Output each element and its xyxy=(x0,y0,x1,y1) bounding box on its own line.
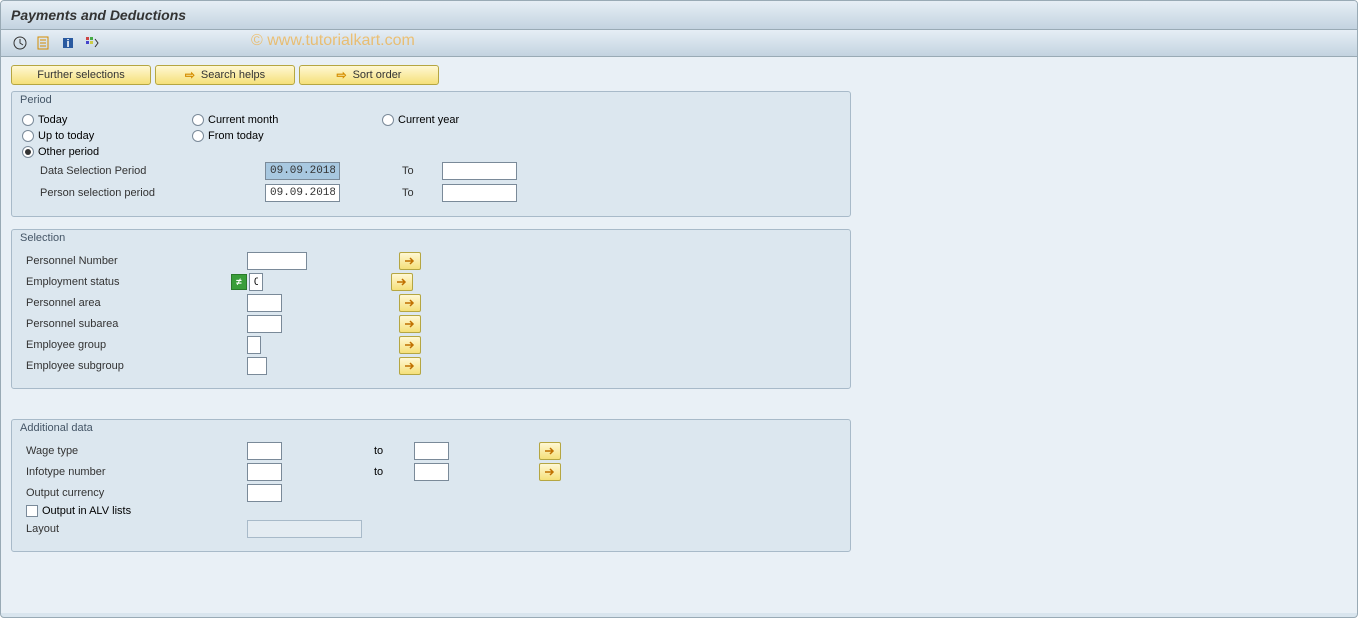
wage-type-multi[interactable] xyxy=(539,442,561,460)
employment-status-input[interactable] xyxy=(249,273,263,291)
radio-other-period[interactable] xyxy=(22,146,34,158)
personnel-area-label: Personnel area xyxy=(22,297,247,309)
radio-today[interactable] xyxy=(22,114,34,126)
structure-icon[interactable] xyxy=(83,34,101,52)
data-to-label: To xyxy=(402,165,442,177)
selection-group: Selection Personnel Number Employment st… xyxy=(11,229,851,389)
personnel-subarea-label: Personnel subarea xyxy=(22,318,247,330)
label-other-period: Other period xyxy=(38,146,99,158)
label-current-month: Current month xyxy=(208,114,278,126)
wage-type-input[interactable] xyxy=(247,442,282,460)
watermark: © www.tutorialkart.com xyxy=(251,32,415,50)
infotype-input[interactable] xyxy=(247,463,282,481)
infotype-to-label: to xyxy=(374,466,414,478)
radio-current-month[interactable] xyxy=(192,114,204,126)
variant-icon[interactable] xyxy=(35,34,53,52)
employee-subgroup-multi[interactable] xyxy=(399,357,421,375)
not-equal-badge[interactable]: ≠ xyxy=(231,274,247,290)
layout-input xyxy=(247,520,362,538)
info-icon[interactable]: i xyxy=(59,34,77,52)
employment-status-label: Employment status xyxy=(22,276,231,288)
data-selection-from[interactable] xyxy=(265,162,340,180)
label-current-year: Current year xyxy=(398,114,459,126)
output-currency-input[interactable] xyxy=(247,484,282,502)
output-alv-checkbox[interactable] xyxy=(26,505,38,517)
personnel-area-input[interactable] xyxy=(247,294,282,312)
radio-current-year[interactable] xyxy=(382,114,394,126)
data-selection-to[interactable] xyxy=(442,162,517,180)
data-selection-label: Data Selection Period xyxy=(40,165,265,177)
employee-subgroup-label: Employee subgroup xyxy=(22,360,247,372)
infotype-to-input[interactable] xyxy=(414,463,449,481)
label-from-today: From today xyxy=(208,130,264,142)
personnel-subarea-multi[interactable] xyxy=(399,315,421,333)
selection-title: Selection xyxy=(12,230,850,248)
additional-data-group: Additional data Wage type to Infotype nu… xyxy=(11,419,851,552)
wage-type-label: Wage type xyxy=(22,445,247,457)
employee-group-multi[interactable] xyxy=(399,336,421,354)
output-currency-label: Output currency xyxy=(22,487,247,499)
period-title: Period xyxy=(12,92,850,110)
infotype-label: Infotype number xyxy=(22,466,247,478)
layout-label: Layout xyxy=(22,523,247,535)
employee-group-input[interactable] xyxy=(247,336,261,354)
person-selection-to[interactable] xyxy=(442,184,517,202)
svg-text:i: i xyxy=(66,38,69,50)
person-to-label: To xyxy=(402,187,442,199)
personnel-number-input[interactable] xyxy=(247,252,307,270)
execute-icon[interactable] xyxy=(11,34,29,52)
personnel-number-multi[interactable] xyxy=(399,252,421,270)
infotype-multi[interactable] xyxy=(539,463,561,481)
toolbar: i © www.tutorialkart.com xyxy=(1,30,1357,57)
further-selections-button[interactable]: Further selections xyxy=(11,65,151,85)
label-up-to-today: Up to today xyxy=(38,130,94,142)
person-selection-from[interactable] xyxy=(265,184,340,202)
personnel-subarea-input[interactable] xyxy=(247,315,282,333)
employee-subgroup-input[interactable] xyxy=(247,357,267,375)
wage-to-label: to xyxy=(374,445,414,457)
page-title: Payments and Deductions xyxy=(11,7,186,23)
sort-order-button[interactable]: ⇨Sort order xyxy=(299,65,439,85)
output-alv-label: Output in ALV lists xyxy=(42,505,131,517)
employee-group-label: Employee group xyxy=(22,339,247,351)
title-bar: Payments and Deductions xyxy=(1,1,1357,30)
label-today: Today xyxy=(38,114,67,126)
person-selection-label: Person selection period xyxy=(40,187,265,199)
additional-title: Additional data xyxy=(12,420,850,438)
personnel-area-multi[interactable] xyxy=(399,294,421,312)
period-group: Period Today Current month Current year xyxy=(11,91,851,217)
personnel-number-label: Personnel Number xyxy=(22,255,247,267)
radio-up-to-today[interactable] xyxy=(22,130,34,142)
employment-status-multi[interactable] xyxy=(391,273,413,291)
search-helps-button[interactable]: ⇨Search helps xyxy=(155,65,295,85)
wage-type-to-input[interactable] xyxy=(414,442,449,460)
radio-from-today[interactable] xyxy=(192,130,204,142)
